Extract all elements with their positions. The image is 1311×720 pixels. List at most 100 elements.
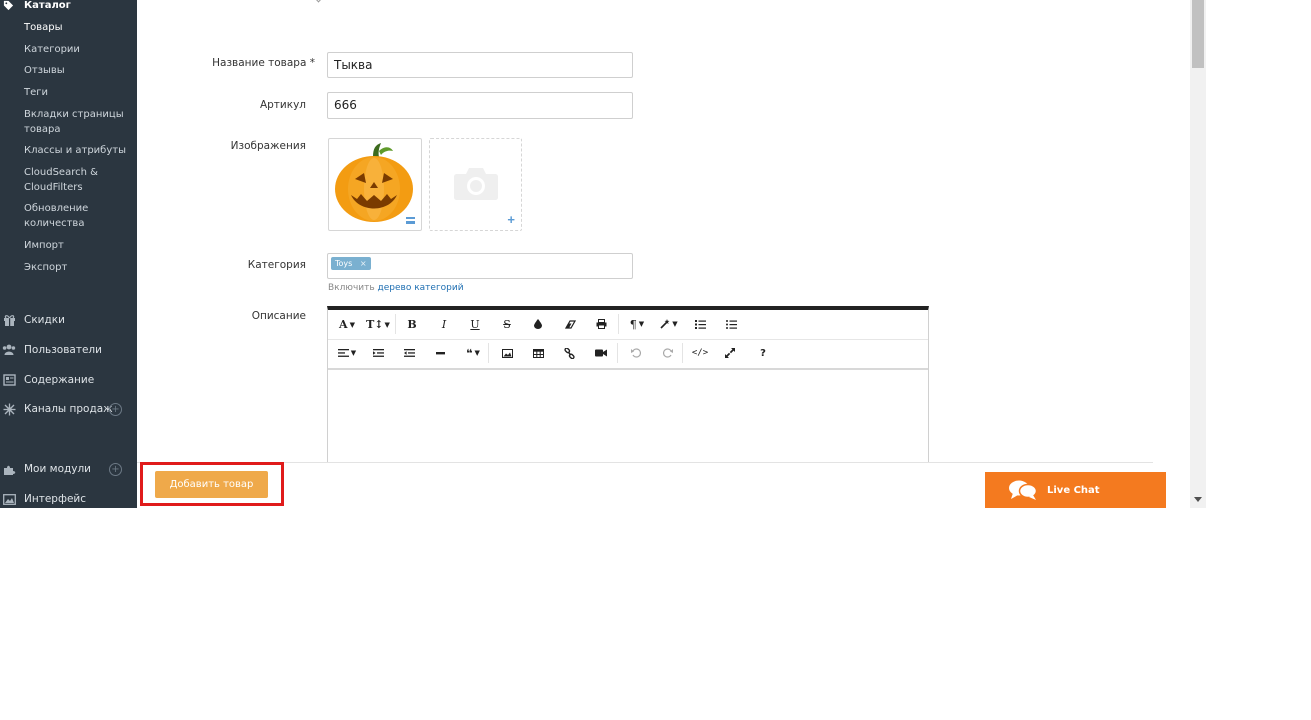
description-editor: A ▼ T↕ ▼ B I U S ¶ ▼ ▼ ▼ ❝ ▼ </> ? — [327, 306, 929, 466]
sku-value: 666 — [334, 98, 357, 112]
add-image-dropzone[interactable]: + — [429, 138, 522, 231]
scrollbar-thumb[interactable] — [1192, 0, 1204, 68]
category-tag-label: Toys — [335, 259, 353, 268]
product-name-value: Тыква — [334, 58, 373, 72]
highlight-frame — [140, 462, 284, 506]
wand-icon[interactable]: ▼ — [657, 316, 681, 332]
sidebar-item-content[interactable]: Содержание — [0, 372, 137, 388]
scrollbar[interactable] — [1190, 0, 1206, 508]
toolbar-separator — [488, 343, 489, 363]
puzzle-icon — [1, 461, 17, 477]
users-icon — [1, 342, 17, 358]
ordered-list-icon[interactable] — [691, 316, 709, 332]
sidebar-item-import[interactable]: Импорт — [24, 238, 132, 253]
sidebar-item-quantity-update[interactable]: Обновление количества — [24, 201, 132, 231]
eraser-icon[interactable] — [561, 316, 579, 332]
sidebar-item-label: Интерфейс — [24, 493, 86, 505]
app-viewport: Каталог Товары Категории Отзывы Теги Вкл… — [0, 0, 1206, 508]
video-icon[interactable] — [592, 345, 610, 361]
font-size-button[interactable]: T↕ ▼ — [366, 316, 390, 332]
bold-button[interactable]: B — [403, 316, 421, 332]
description-label: Описание — [251, 310, 306, 322]
sku-input[interactable]: 666 — [327, 92, 633, 119]
menu-icon[interactable] — [406, 217, 415, 224]
strikethrough-button[interactable]: S — [498, 316, 516, 332]
underline-button[interactable]: U — [466, 316, 484, 332]
sidebar-item-label: Скидки — [24, 314, 65, 326]
editor-toolbar-row-2: ▼ ❝ ▼ </> ? — [328, 339, 928, 370]
category-tag[interactable]: Toys × — [331, 257, 371, 270]
sidebar-item-product-tabs[interactable]: Вкладки страницы товара — [24, 107, 132, 137]
sidebar-item-users[interactable]: Пользователи — [0, 342, 137, 358]
sidebar-item-discounts[interactable]: Скидки — [0, 312, 137, 328]
product-image-thumb[interactable] — [328, 138, 422, 231]
sidebar-item-sales-channels[interactable]: Каналы продаж + — [0, 401, 137, 417]
product-name-label: Название товара * — [212, 57, 315, 69]
product-name-input[interactable]: Тыква — [327, 52, 633, 78]
redo-icon[interactable] — [659, 345, 677, 361]
image-icon — [1, 491, 17, 507]
category-label: Категория — [247, 259, 306, 271]
sidebar-section-catalog[interactable]: Каталог — [0, 0, 71, 12]
paragraph-button[interactable]: ¶ ▼ — [625, 316, 649, 332]
editor-content-area[interactable] — [328, 370, 928, 466]
print-icon[interactable] — [592, 316, 610, 332]
plus-icon[interactable]: + — [507, 213, 515, 226]
sidebar-item-interface[interactable]: Интерфейс — [0, 491, 137, 507]
sidebar-item-classes-attributes[interactable]: Классы и атрибуты — [24, 143, 132, 158]
toolbar-separator — [682, 343, 683, 363]
align-icon[interactable]: ▼ — [335, 345, 359, 361]
newspaper-icon — [1, 372, 17, 388]
unordered-list-icon[interactable] — [722, 316, 740, 332]
sidebar-item-label: Каналы продаж — [24, 403, 113, 415]
italic-button[interactable]: I — [435, 316, 453, 332]
undo-icon[interactable] — [627, 345, 645, 361]
toolbar-separator — [617, 343, 618, 363]
category-tree-link[interactable]: дерево категорий — [378, 283, 464, 293]
chat-bubbles-icon — [1009, 479, 1037, 501]
insert-image-icon[interactable] — [498, 345, 516, 361]
code-view-icon[interactable]: </> — [690, 345, 710, 361]
table-icon[interactable] — [529, 345, 547, 361]
sidebar-item-export[interactable]: Экспорт — [24, 260, 132, 275]
add-channel-icon[interactable]: + — [109, 402, 122, 416]
sidebar: Каталог Товары Категории Отзывы Теги Вкл… — [0, 0, 137, 508]
drop-icon[interactable] — [529, 316, 547, 332]
sidebar-item-label: Содержание — [24, 374, 95, 386]
category-input[interactable]: Toys × — [327, 253, 633, 279]
cutoff-chevron-icon — [313, 0, 324, 3]
sidebar-item-categories[interactable]: Категории — [24, 42, 132, 57]
add-module-icon[interactable]: + — [109, 462, 122, 476]
live-chat-button[interactable]: Live Chat — [985, 472, 1166, 508]
sidebar-item-tags[interactable]: Теги — [24, 85, 132, 100]
scroll-down-arrow-icon[interactable] — [1194, 497, 1202, 502]
sidebar-item-label: Пользователи — [24, 344, 102, 356]
tag-icon — [1, 0, 15, 12]
live-chat-label: Live Chat — [1047, 484, 1100, 496]
sidebar-item-my-modules[interactable]: Мои модули + — [0, 461, 137, 477]
camera-icon — [454, 168, 498, 200]
gift-icon — [1, 312, 17, 328]
quote-icon[interactable]: ❝ ▼ — [461, 345, 485, 361]
help-icon[interactable]: ? — [754, 345, 772, 361]
sidebar-item-label: Мои модули — [24, 463, 91, 475]
sidebar-item-reviews[interactable]: Отзывы — [24, 63, 132, 78]
images-label: Изображения — [230, 140, 306, 152]
fullscreen-icon[interactable] — [721, 345, 739, 361]
font-color-button[interactable]: A ▼ — [335, 316, 359, 332]
editor-toolbar-row-1: A ▼ T↕ ▼ B I U S ¶ ▼ ▼ — [328, 310, 928, 340]
link-icon[interactable] — [560, 345, 578, 361]
category-hint: Включить дерево категорий — [328, 283, 464, 293]
product-form: Название товара * Тыква Артикул 666 Изоб… — [137, 0, 1190, 508]
toolbar-separator — [618, 314, 619, 334]
sidebar-item-cloudsearch[interactable]: CloudSearch & CloudFilters — [24, 165, 132, 195]
indent-icon[interactable] — [369, 345, 387, 361]
horizontal-rule-icon[interactable] — [431, 345, 449, 361]
sku-label: Артикул — [259, 99, 306, 111]
sidebar-item-products[interactable]: Товары — [24, 20, 132, 35]
outdent-icon[interactable] — [400, 345, 418, 361]
sidebar-section-label: Каталог — [24, 0, 71, 11]
network-icon — [1, 401, 17, 417]
toolbar-separator — [395, 314, 396, 334]
remove-tag-icon[interactable]: × — [360, 259, 367, 268]
